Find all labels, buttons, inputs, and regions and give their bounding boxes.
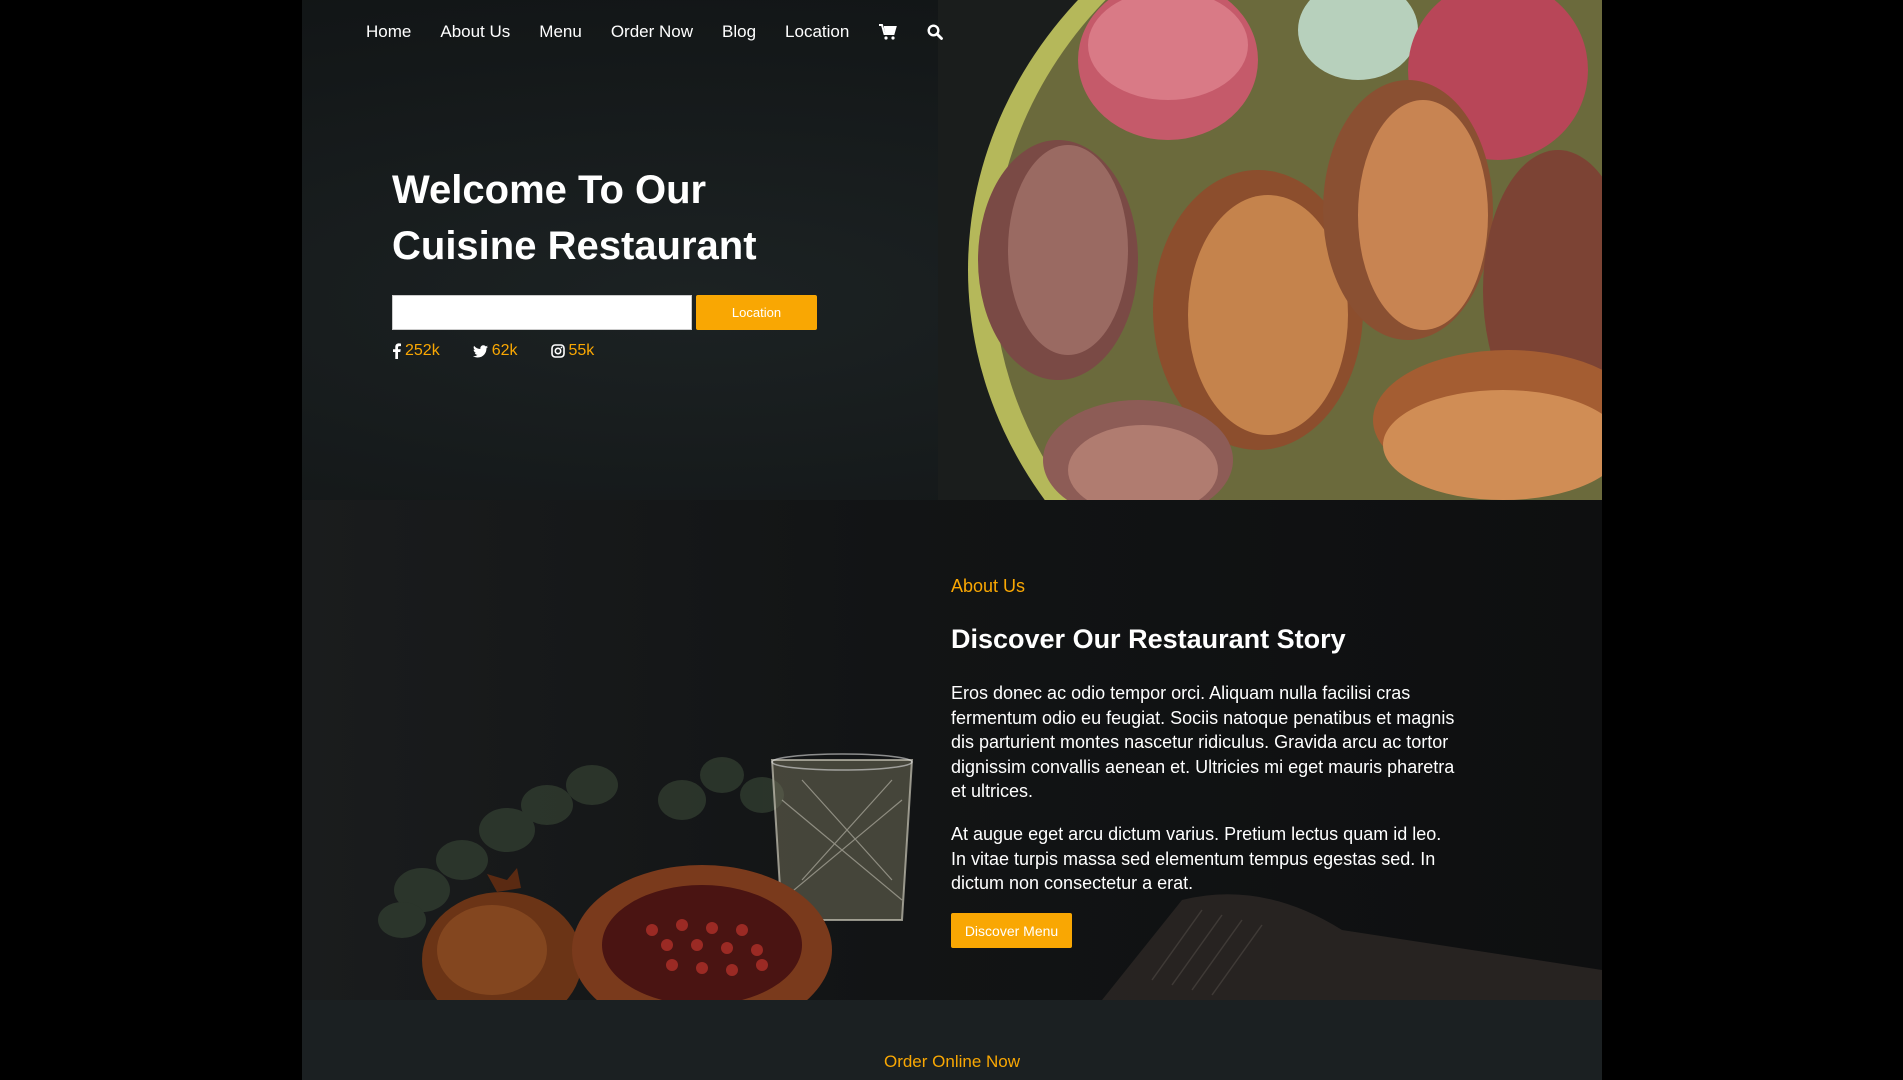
hero-title-line-2: Cuisine Restaurant: [392, 224, 757, 268]
location-form: Location: [392, 295, 817, 330]
facebook-stat[interactable]: 252k: [392, 342, 440, 360]
about-section: About Us Discover Our Restaurant Story E…: [302, 500, 1602, 1000]
facebook-icon: [393, 343, 401, 359]
instagram-icon: [550, 344, 565, 358]
discover-menu-button[interactable]: Discover Menu: [951, 913, 1072, 948]
about-eyebrow: About Us: [951, 576, 1026, 596]
search-icon[interactable]: [925, 22, 945, 42]
hero-title-line-1: Welcome To Our: [392, 168, 707, 212]
twitter-stat[interactable]: 62k: [472, 342, 518, 360]
about-heading: Discover Our Restaurant Story: [951, 624, 1346, 654]
about-paragraph-1: Eros donec ac odio tempor orci. Aliquam …: [951, 683, 1455, 802]
location-input[interactable]: [392, 295, 692, 330]
location-button[interactable]: Location: [696, 295, 817, 330]
order-section: Order Online Now: [302, 1000, 1602, 1080]
hero-section: Home About Us Menu Order Now Blog Locati…: [302, 0, 1602, 500]
about-paragraph-2: At augue eget arcu dictum varius. Pretiu…: [951, 824, 1442, 894]
main-nav: Home About Us Menu Order Now Blog Locati…: [366, 20, 972, 44]
instagram-stat[interactable]: 55k: [550, 342, 595, 360]
nav-home[interactable]: Home: [366, 22, 411, 42]
nav-about-us[interactable]: About Us: [440, 22, 510, 42]
nav-location[interactable]: Location: [785, 22, 849, 42]
facebook-count: 252k: [405, 342, 440, 359]
cart-icon[interactable]: [878, 22, 898, 42]
nav-blog[interactable]: Blog: [722, 22, 756, 42]
nav-order-now[interactable]: Order Now: [611, 22, 693, 42]
twitter-icon: [472, 344, 488, 357]
page: Home About Us Menu Order Now Blog Locati…: [302, 0, 1602, 1080]
hero-title: Welcome To Our Cuisine Restaurant: [392, 162, 912, 274]
twitter-count: 62k: [491, 342, 518, 359]
social-stats: 252k 62k 55k: [392, 342, 627, 360]
order-eyebrow: Order Online Now: [883, 1052, 1021, 1071]
instagram-count: 55k: [568, 342, 595, 359]
nav-menu[interactable]: Menu: [539, 22, 582, 42]
macarons-image: [938, 0, 1602, 500]
